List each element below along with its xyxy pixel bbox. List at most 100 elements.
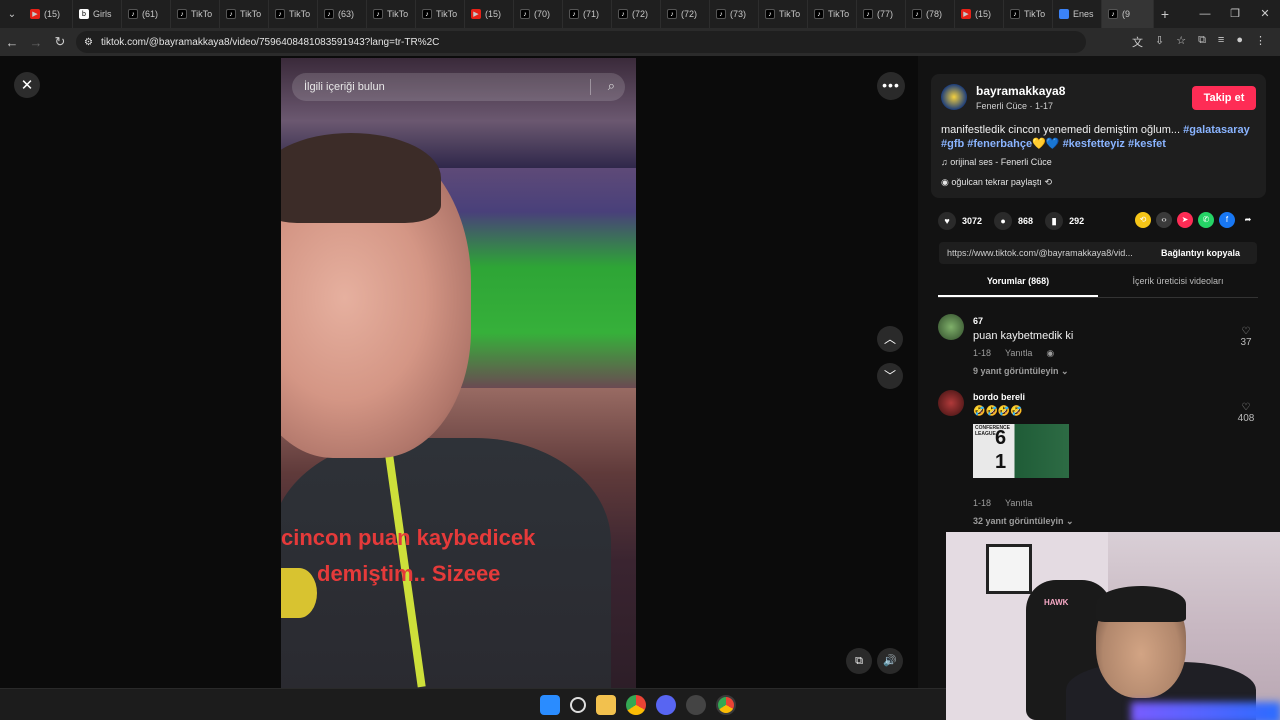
view-replies-button[interactable]: 9 yanıt görüntüleyin ⌄ (973, 366, 1069, 377)
browser-tab[interactable]: ♪ (70) (514, 0, 563, 28)
app-icon[interactable] (686, 695, 706, 715)
browser-tab[interactable]: ♪ TikTo (367, 0, 416, 28)
hashtag-link[interactable]: #kesfetteyiz #kesfet (1063, 138, 1166, 150)
copy-link-button[interactable]: Bağlantıyı kopyala (1161, 248, 1240, 258)
browser-tab-active[interactable]: ♪ (9 (1102, 0, 1154, 28)
generic-icon (1059, 9, 1069, 19)
share-icon[interactable]: ➦ (1240, 212, 1256, 228)
follow-button[interactable]: Takip et (1192, 86, 1256, 110)
search-taskbar-icon[interactable] (570, 697, 586, 713)
music-row[interactable]: ♫ orijinal ses - Fenerli Cüce (941, 157, 1052, 167)
send-icon[interactable]: ➤ (1177, 212, 1193, 228)
tab-label: (72) (632, 9, 649, 19)
discord-icon[interactable] (656, 695, 676, 715)
comment-stat[interactable]: ● 868 (994, 212, 1033, 230)
media-icon[interactable]: ≡ (1218, 34, 1224, 50)
tab-label: (70) (534, 9, 551, 19)
browser-tab[interactable]: ♪ TikTo (171, 0, 220, 28)
translate-icon[interactable]: 文 (1132, 34, 1143, 50)
tab-comments[interactable]: Yorumlar (868) (938, 276, 1098, 297)
reply-button[interactable]: Yanıtla (1005, 498, 1032, 508)
commenter-name[interactable]: 67 (973, 316, 983, 326)
bookmark-icon[interactable]: ☆ (1176, 34, 1186, 50)
view-replies-button[interactable]: 32 yanıt görüntüleyin ⌄ (973, 516, 1074, 527)
author-avatar[interactable] (941, 84, 967, 110)
browser-tab[interactable]: ▶ (15) (955, 0, 1004, 28)
repost-share-icon[interactable]: ⟲ (1135, 212, 1151, 228)
maximize-icon[interactable]: ❐ (1220, 0, 1250, 28)
comment-like-button[interactable]: ♡ 408 (1234, 402, 1258, 424)
new-tab-button[interactable]: + (1154, 6, 1176, 22)
browser-tab[interactable]: ▶ (15) (24, 0, 73, 28)
embed-icon[interactable]: ‹› (1156, 212, 1172, 228)
browser-tab[interactable]: ♪ TikTo (416, 0, 465, 28)
browser-tab[interactable]: ♪ TikTo (1004, 0, 1053, 28)
video-player[interactable]: İlgili içeriği bulun ⌕ cincon puan kaybe… (281, 58, 636, 688)
replies-label: 32 yanıt görüntüleyin (973, 516, 1064, 526)
browser-tab[interactable]: ♪ TikTo (759, 0, 808, 28)
install-icon[interactable]: ⇩ (1155, 34, 1164, 50)
chrome-icon[interactable] (626, 695, 646, 715)
save-count: 292 (1069, 216, 1085, 226)
commenter-avatar[interactable] (938, 314, 964, 340)
tab-creator-videos[interactable]: İçerik üreticisi videoları (1098, 276, 1258, 297)
url-field[interactable]: ⚙ tiktok.com/@bayramakkaya8/video/759640… (76, 31, 1086, 53)
bookmark-icon[interactable]: ▮ (1045, 212, 1064, 230)
chrome-active-icon[interactable] (716, 695, 736, 715)
browser-tab[interactable]: b Girls (73, 0, 122, 28)
volume-icon[interactable]: 🔊 (877, 648, 903, 674)
tab-label: TikTo (191, 9, 213, 19)
reply-button[interactable]: Yanıtla (1005, 348, 1032, 359)
menu-icon[interactable]: ⋮ (1255, 34, 1266, 50)
browser-tab[interactable]: ♪ TikTo (220, 0, 269, 28)
pip-icon[interactable]: ⧉ (846, 648, 872, 674)
browser-tab[interactable]: ♪ (72) (661, 0, 710, 28)
search-icon[interactable]: ⌕ (608, 78, 615, 94)
site-info-icon[interactable]: ⚙ (84, 37, 93, 48)
browser-tab[interactable]: ♪ (78) (906, 0, 955, 28)
commenter-name[interactable]: bordo bereli (973, 392, 1025, 402)
next-video-button[interactable]: ﹀ (877, 363, 903, 389)
browser-tab[interactable]: ♪ (73) (710, 0, 759, 28)
more-options-button[interactable]: ••• (877, 72, 905, 100)
back-icon[interactable]: ← (0, 35, 24, 50)
related-search-input[interactable]: İlgili içeriği bulun ⌕ (292, 73, 625, 101)
comment-icon[interactable]: ● (994, 212, 1013, 230)
tab-search-icon[interactable]: ⌄ (0, 0, 24, 28)
taskbar-icons (540, 695, 736, 715)
save-stat[interactable]: ▮ 292 (1045, 212, 1084, 230)
minimize-icon[interactable]: — (1190, 0, 1220, 28)
file-explorer-icon[interactable] (596, 695, 616, 715)
browser-tab[interactable]: ♪ (71) (563, 0, 612, 28)
hashtag-link[interactable]: #gfb #fenerbahçe (941, 138, 1032, 150)
comment-image[interactable]: CONFERENCE LEAGUE 6 1 (973, 424, 1069, 478)
hashtag-link[interactable]: #galatasaray (1183, 124, 1250, 136)
browser-tab[interactable]: Enes (1053, 0, 1102, 28)
extensions-icon[interactable]: ⧉ (1198, 34, 1206, 50)
whatsapp-icon[interactable]: ✆ (1198, 212, 1214, 228)
heart-icon[interactable]: ♥ (938, 212, 956, 230)
browser-tab[interactable]: ♪ TikTo (269, 0, 318, 28)
author-username[interactable]: bayramakkaya8 (976, 84, 1065, 98)
browser-tab[interactable]: ♪ (72) (612, 0, 661, 28)
previous-video-button[interactable]: ︿ (877, 326, 903, 352)
video-caption: cincon puan kaybedicek demiştim.. Sizeee (281, 520, 636, 592)
commenter-avatar[interactable] (938, 390, 964, 416)
start-icon[interactable] (540, 695, 560, 715)
author-card: bayramakkaya8 Fenerli Cüce · 1-17 Takip … (931, 74, 1266, 198)
reload-icon[interactable]: ↻ (48, 34, 72, 50)
browser-tab[interactable]: ♪ (77) (857, 0, 906, 28)
comment-like-button[interactable]: ♡ 37 (1234, 326, 1258, 348)
like-stat[interactable]: ♥ 3072 (938, 212, 982, 230)
browser-tab[interactable]: ♪ (63) (318, 0, 367, 28)
profile-avatar[interactable]: ● (1236, 34, 1243, 50)
browser-tab[interactable]: ♪ (61) (122, 0, 171, 28)
engagement-stats: ♥ 3072 ● 868 ▮ 292 (938, 212, 1084, 230)
forward-icon[interactable]: → (24, 35, 48, 50)
close-viewer-button[interactable]: ✕ (14, 72, 40, 98)
close-window-icon[interactable]: ✕ (1250, 0, 1280, 28)
facebook-icon[interactable]: f (1219, 212, 1235, 228)
browser-tab[interactable]: ♪ TikTo (808, 0, 857, 28)
tiktok-icon: ♪ (912, 9, 922, 19)
browser-tab[interactable]: ▶ (15) (465, 0, 514, 28)
